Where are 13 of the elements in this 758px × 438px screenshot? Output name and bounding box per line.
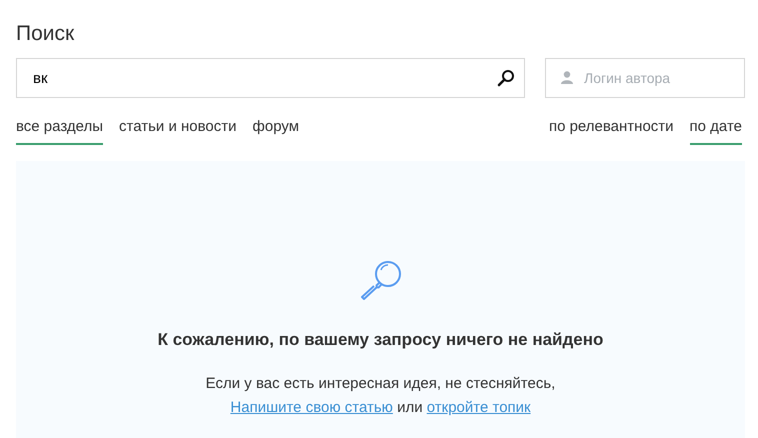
empty-heading: К сожалению, по вашему запросу ничего не найдено [158, 328, 604, 350]
empty-message: Если у вас есть интересная идея, не стесняйтесь, Напишите свою статью или откройте топик [206, 374, 556, 418]
user-icon [561, 71, 573, 84]
tab[interactable]: форум [252, 116, 300, 144]
tab[interactable]: статьи и новости [119, 116, 237, 144]
page-title: Поиск [16, 21, 76, 47]
tab[interactable]: по релевантности [548, 116, 674, 144]
search-icon[interactable] [497, 69, 515, 87]
magnifier-icon [358, 258, 402, 302]
author-field[interactable]: Логин автора [545, 58, 745, 98]
search-field[interactable]: вк [16, 58, 525, 98]
tab[interactable]: все разделы [16, 116, 104, 144]
tab[interactable]: по дате [690, 116, 742, 144]
